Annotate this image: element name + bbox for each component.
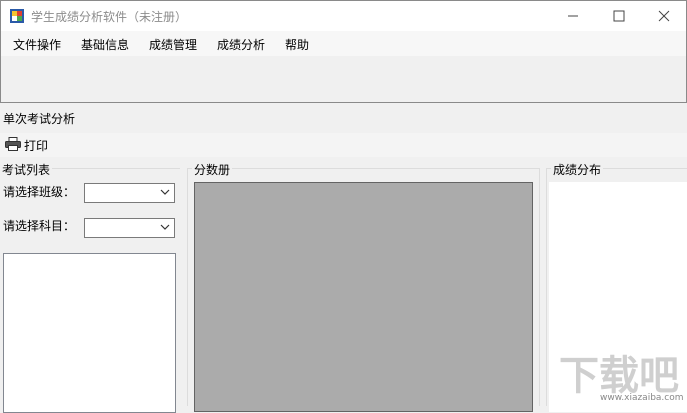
title-bar: 学生成绩分析软件（未注册） [1,1,686,31]
chevron-down-icon [160,224,170,230]
menu-score-analysis[interactable]: 成绩分析 [217,36,265,53]
menu-file[interactable]: 文件操作 [13,36,61,53]
exam-list-box[interactable] [3,253,176,413]
window-title: 学生成绩分析软件（未注册） [31,10,188,24]
maximize-button[interactable] [596,1,642,31]
close-button[interactable] [641,1,687,31]
printer-icon [5,137,21,151]
menu-basic-info[interactable]: 基础信息 [81,36,129,53]
subject-label: 请选择科目： [3,219,76,233]
score-book-group-border-right [539,168,540,406]
class-label: 请选择班级： [3,185,76,199]
app-window: 学生成绩分析软件（未注册） 文件操作 基础信息 成绩管理 成绩分析 帮助 [0,0,687,103]
menu-help[interactable]: 帮助 [285,36,309,53]
distribution-group-title: 成绩分布 [551,161,604,178]
distribution-group-border-left [546,168,547,406]
toolbar [0,133,687,157]
minimize-button[interactable] [550,1,596,31]
maximize-icon [613,10,625,22]
menu-score-management[interactable]: 成绩管理 [149,36,197,53]
score-book-group-border-top [187,168,540,169]
chevron-down-icon [160,189,170,195]
close-icon [658,10,670,22]
exam-list-group-title: 考试列表 [0,161,53,178]
menu-bar: 文件操作 基础信息 成绩管理 成绩分析 帮助 [1,31,686,56]
minimize-icon [568,15,578,17]
mdi-background [1,56,686,102]
print-label: 打印 [24,139,49,153]
page-title: 单次考试分析 [3,112,76,126]
score-book-grid[interactable] [194,182,533,412]
subject-select[interactable] [84,218,175,238]
class-select[interactable] [84,183,175,203]
score-book-group-border-left [187,168,188,406]
score-book-group-title: 分数册 [192,161,233,178]
app-icon [10,9,24,23]
watermark-url: www.xiazaiba.com [600,393,684,403]
